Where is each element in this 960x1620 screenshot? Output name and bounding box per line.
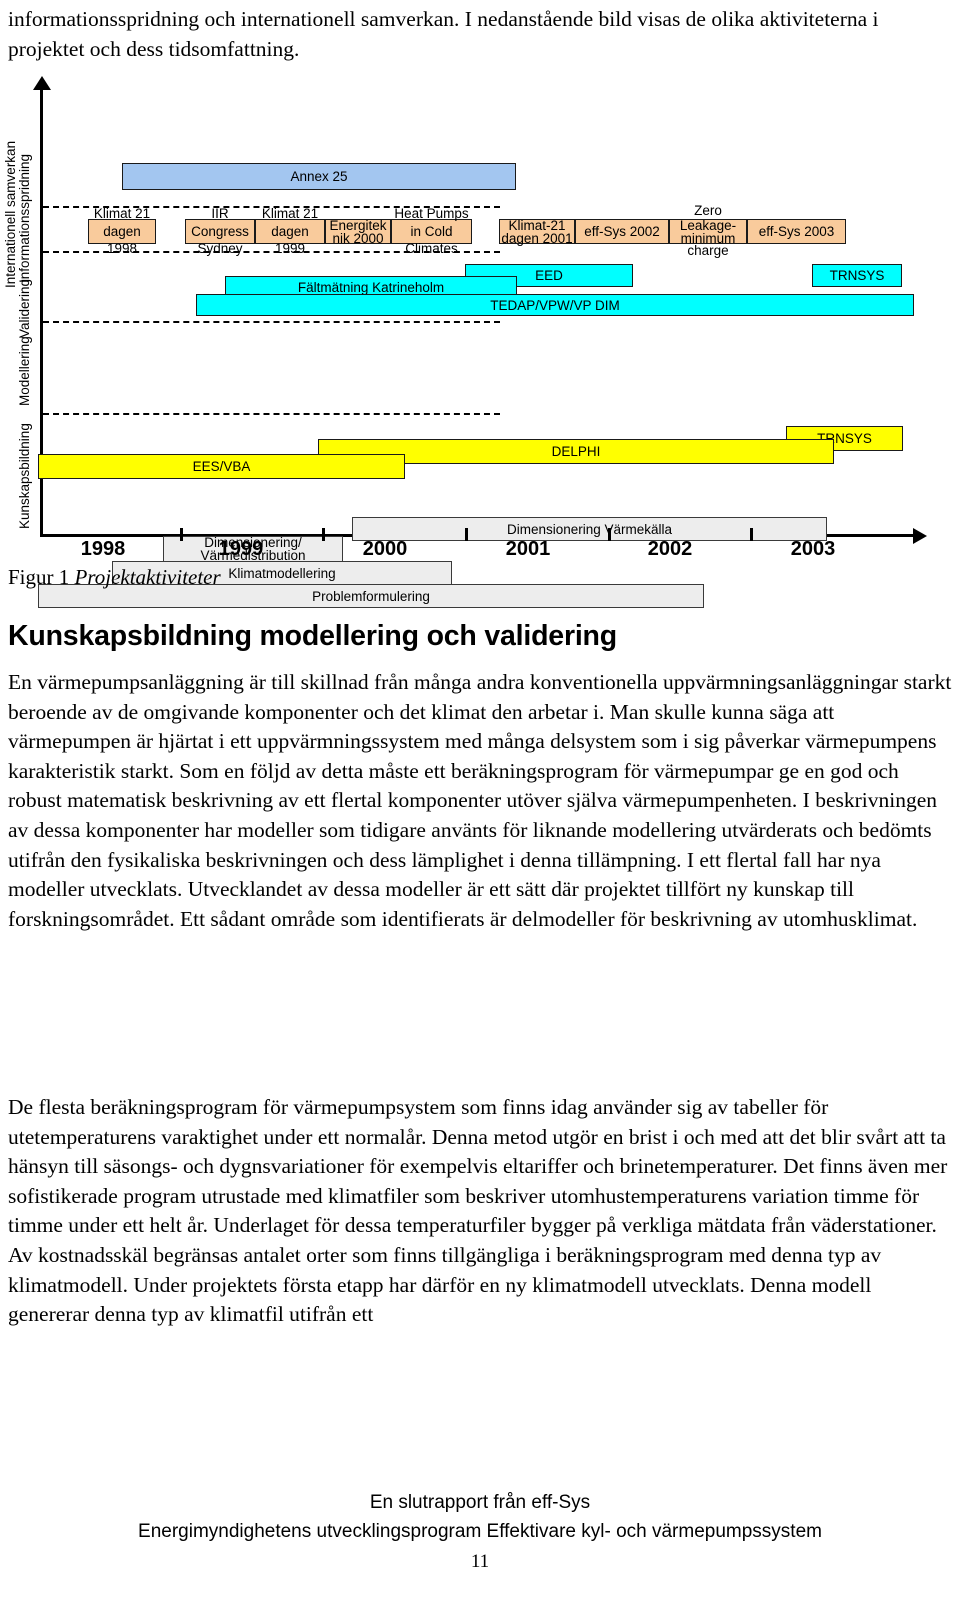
year-label-2001: 2001 [505,538,551,560]
axis-label-validering: Validering [17,278,32,338]
year-label-2000: 2000 [362,538,408,560]
bar-klimat21-dagen-1998-bottom-label: 1998 [106,240,138,256]
body-paragraph-1: En värmepumpsanläggning är till skillnad… [8,670,952,931]
band-divider-3 [43,321,500,323]
bar-heat-pumps-top-label: Heat Pumps [394,205,469,221]
band-divider-4 [43,413,500,415]
bar-annex-25[interactable]: Annex 25 [122,163,516,190]
year-label-1998: 1998 [80,538,126,560]
tick-2000-2001 [465,528,468,541]
axis-label-internationell-samverkan: Internationell samverkan [3,140,18,288]
timeline-axis-arrow-icon [913,528,927,544]
footer-line-1: En slutrapport från eff-Sys [369,1492,591,1513]
bar-tedap-vpw-vp-dim[interactable]: TEDAP/VPW/VP DIM [196,294,914,316]
axis-label-informationsspridning: Informationsspridning [17,153,32,283]
year-label-1999: 1999 [218,538,264,560]
bar-klimat21-dagen-1999-bottom-label: 1999 [274,240,306,256]
bar-iir-congress-bottom-label: Sydney [197,240,243,256]
klimat2001-line-2: dagen 2001 [501,230,573,246]
bar-energiteknik-2000[interactable]: Energitek nik 2000 [325,217,391,246]
bar-zero-leakage-top-label: Zero [694,202,722,218]
page-number: 11 [470,1551,490,1572]
bar-zero-leakage-bottom-label: charge [687,242,729,258]
bar-trnsys-validation[interactable]: TRNSYS [812,264,902,287]
tick-1998-1999 [180,528,183,541]
footer-line-2: Energimyndighetens utvecklingsprogram Ef… [138,1521,822,1542]
vertical-axis-arrow-icon [33,76,51,90]
tick-2002-2003 [750,528,753,541]
energiteknik-line-2: nik 2000 [332,230,384,246]
figure-caption: Figur 1 Projektaktiviteter [8,565,221,590]
body-paragraph-2: De flesta beräkningsprogram för värmepum… [8,1095,948,1327]
zero-leakage-line-1: Leakage- [679,217,737,233]
axis-label-modellering: Modellering [17,336,32,406]
bar-klimat21-dagen-1998-top-label: Klimat 21 [93,205,151,221]
project-activities-gantt: Informationsspridning Internationell sam… [0,76,930,608]
figure-caption-title: Projektaktiviteter [74,565,221,589]
tick-2001-2002 [608,528,611,541]
energiteknik-line-1: Energitek [329,217,387,233]
klimat2001-line-1: Klimat-21 [508,217,566,233]
intro-paragraph: informationsspridning och internationell… [8,7,879,61]
bar-ees-vba[interactable]: EES/VBA [38,454,405,479]
figure-caption-label: Figur 1 [8,565,70,589]
document-page: informationsspridning och internationell… [0,0,960,1620]
bar-klimat21-dagen-1999-top-label: Klimat 21 [261,205,319,221]
bar-eff-sys-2003[interactable]: eff-Sys 2003 [747,219,846,244]
year-label-2003: 2003 [790,538,836,560]
year-label-2002: 2002 [647,538,693,560]
bar-eff-sys-2002[interactable]: eff-Sys 2002 [575,219,669,244]
section-heading: Kunskapsbildning modellering och valider… [8,620,617,652]
axis-label-kunskapsbildning: Kunskapsbildning [17,423,32,529]
bar-klimat21-dagen-2001[interactable]: Klimat-21 dagen 2001 [499,217,575,246]
bar-iir-congress-top-label: IIR [211,205,229,221]
bar-heat-pumps-bottom-label: Climates [405,240,458,256]
bar-zero-leakage-minimum-charge[interactable]: Leakage- minimum [669,217,747,245]
tick-1999-2000 [322,528,325,541]
